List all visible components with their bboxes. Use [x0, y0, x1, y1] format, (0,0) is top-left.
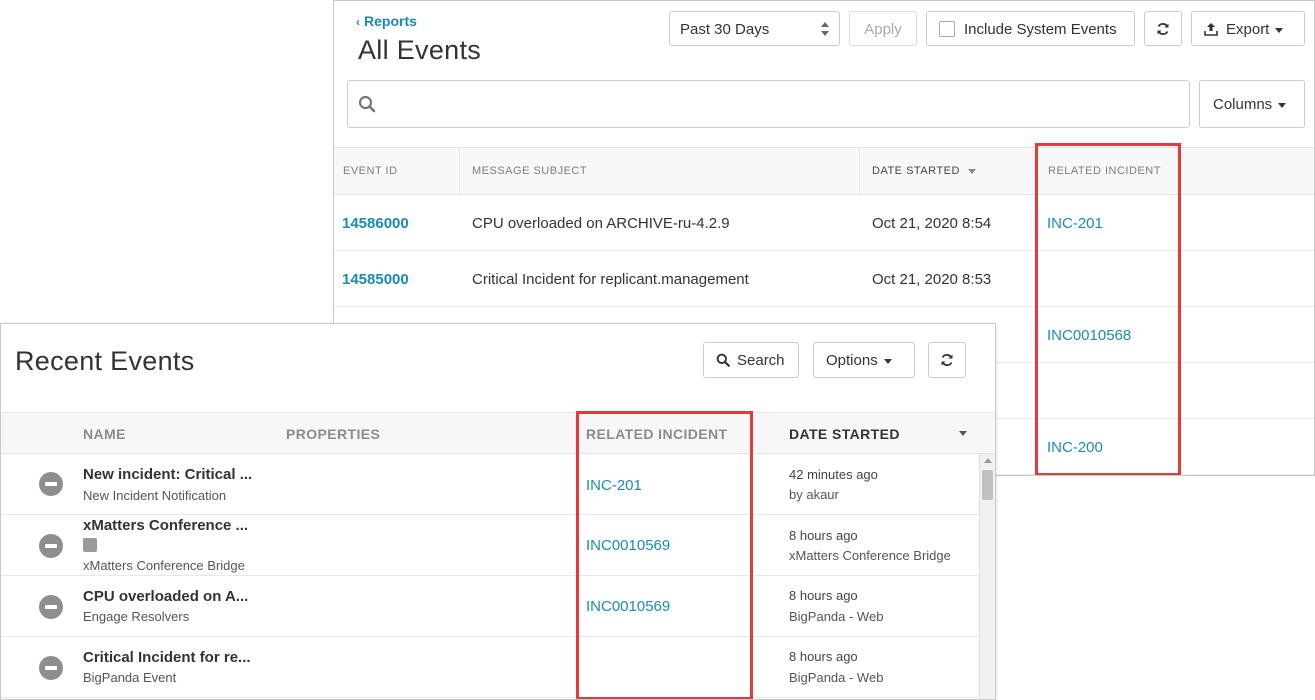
event-subtitle: xMatters Conference Bridge [83, 558, 245, 573]
phone-icon [83, 538, 97, 552]
upload-icon [1204, 23, 1218, 36]
event-subtitle: Engage Resolvers [83, 609, 190, 624]
date-started: Oct 21, 2020 8:53 [872, 271, 992, 288]
header-name[interactable]: NAME [83, 426, 126, 442]
list-item[interactable]: Critical Incident for re... BigPanda Eve… [1, 637, 979, 698]
checkbox-icon[interactable] [939, 21, 955, 37]
column-divider [459, 148, 460, 196]
include-system-events-label: Include System Events [964, 21, 1117, 38]
date-range-value: Past 30 Days [680, 21, 770, 38]
header-message-subject[interactable]: MESSAGE SUBJECT [472, 165, 587, 177]
export-label: Export [1226, 21, 1270, 38]
sort-desc-icon [967, 168, 976, 174]
minus-circle-icon [39, 472, 63, 496]
started-by: xMatters Conference Bridge [789, 548, 951, 563]
refresh-icon [941, 354, 953, 366]
vertical-scrollbar[interactable] [979, 454, 995, 699]
column-divider [859, 148, 860, 196]
refresh-button[interactable] [1144, 11, 1182, 46]
event-name[interactable]: New incident: Critical ... [83, 466, 252, 483]
date-started: 8 hours ago [789, 649, 858, 664]
header-event-id[interactable]: EVENT ID [343, 165, 398, 177]
table-header: NAME PROPERTIES RELATED INCIDENT DATE ST… [1, 412, 995, 454]
list-item[interactable]: CPU overloaded on A... Engage Resolvers … [1, 576, 979, 637]
event-name[interactable]: xMatters Conference ... [83, 517, 248, 534]
apply-button[interactable]: Apply [849, 11, 917, 46]
back-to-reports-link[interactable]: ‹ Reports [356, 13, 417, 29]
options-button[interactable]: Options [813, 342, 915, 378]
header-date-started[interactable]: DATE STARTED [872, 165, 976, 177]
caret-down-icon [883, 358, 892, 364]
event-name[interactable]: CPU overloaded on A... [83, 588, 248, 605]
date-started: 8 hours ago [789, 528, 858, 543]
refresh-button[interactable] [928, 342, 966, 378]
options-label: Options [826, 352, 878, 369]
search-icon [716, 353, 730, 367]
related-incident-highlight [576, 411, 753, 699]
event-subtitle: New Incident Notification [83, 488, 227, 503]
started-by: by akaur [789, 487, 839, 502]
search-icon [358, 95, 376, 113]
chevron-left-icon: ‹ [356, 15, 360, 29]
message-subject: Critical Incident for replicant.manageme… [472, 271, 749, 288]
event-id-link[interactable]: 14585000 [342, 271, 409, 288]
list-item[interactable]: New incident: Critical ... New Incident … [1, 454, 979, 515]
related-incident-highlight [1035, 143, 1181, 475]
date-range-select[interactable]: Past 30 Days [669, 11, 840, 46]
caret-down-icon [1278, 102, 1287, 108]
up-down-arrows-icon [821, 22, 829, 36]
recent-events-list: New incident: Critical ... New Incident … [1, 454, 979, 699]
columns-label: Columns [1213, 96, 1273, 113]
include-system-events-toggle[interactable]: Include System Events [926, 11, 1135, 46]
minus-circle-icon [39, 656, 63, 680]
columns-button[interactable]: Columns [1199, 80, 1305, 128]
started-by: BigPanda - Web [789, 609, 884, 624]
panel-title: Recent Events [15, 346, 195, 376]
list-item[interactable]: xMatters Conference ... xMatters Confere… [1, 515, 979, 576]
back-link-label: Reports [364, 13, 417, 29]
refresh-icon [1157, 22, 1169, 35]
event-id-link[interactable]: 14586000 [342, 215, 409, 232]
minus-circle-icon [39, 534, 63, 558]
date-started: 42 minutes ago [789, 467, 878, 482]
header-properties[interactable]: PROPERTIES [286, 426, 380, 442]
recent-events-panel: Recent Events Search Options NAME PROPER… [0, 323, 996, 700]
date-started: Oct 21, 2020 8:54 [872, 215, 992, 232]
page-title: All Events [358, 35, 482, 65]
header-date-started-label: DATE STARTED [872, 165, 960, 177]
started-by: BigPanda - Web [789, 670, 884, 685]
minus-circle-icon [39, 595, 63, 619]
scrollbar-thumb[interactable] [982, 470, 993, 500]
date-started: 8 hours ago [789, 588, 858, 603]
export-button[interactable]: Export [1191, 11, 1305, 46]
event-subtitle: BigPanda Event [83, 670, 177, 685]
header-date-started[interactable]: DATE STARTED [789, 426, 900, 442]
caret-down-icon [1275, 27, 1284, 33]
search-button[interactable]: Search [703, 342, 799, 378]
event-name[interactable]: Critical Incident for re... [83, 649, 251, 666]
scroll-up-icon[interactable] [984, 458, 992, 463]
sort-desc-icon[interactable] [959, 431, 967, 436]
message-subject: CPU overloaded on ARCHIVE-ru-4.2.9 [472, 215, 730, 232]
search-button-label: Search [737, 352, 785, 369]
event-search-input[interactable] [347, 80, 1190, 128]
